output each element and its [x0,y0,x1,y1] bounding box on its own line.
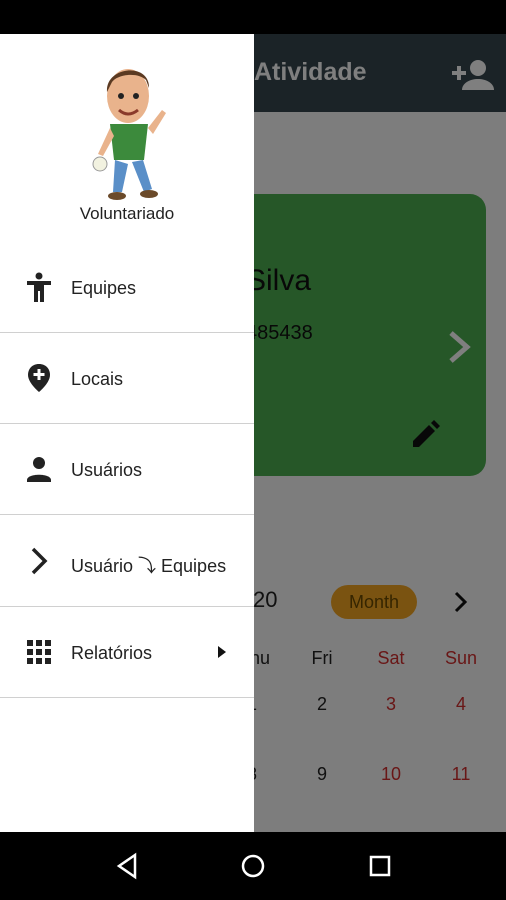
grid-icon [27,640,51,664]
menu-item-relatorios[interactable]: Relatórios [0,607,254,698]
avatar [92,69,166,200]
menu-item-label: Equipes [71,278,137,298]
menu-item-label: Relatórios [71,643,153,663]
add-location-icon [28,364,50,392]
caret-right-icon[interactable] [216,645,228,659]
app-screen: Atividade Silva 485438 20 Month hu Fri S… [0,34,506,832]
menu-item-equipes[interactable]: Equipes [0,242,254,333]
status-bar [0,0,506,34]
menu-item-usuarios[interactable]: Usuários [0,424,254,515]
drawer-header-title: Voluntariado [79,204,175,223]
home-icon[interactable] [237,850,269,882]
system-navigation-bar [0,832,506,900]
navigation-drawer: Voluntariado Equipes Locais Usuários Usu… [0,34,254,832]
person-icon [27,457,51,482]
menu-item-label: Locais [71,369,124,389]
menu-item-label: Usuários [71,460,143,480]
menu-item-locais[interactable]: Locais [0,333,254,424]
chevron-right-icon [31,547,48,575]
menu-item-usuario-equipes[interactable]: Usuário ⤵ Equipes [0,516,254,607]
back-icon[interactable] [111,850,143,882]
recents-icon[interactable] [364,850,396,882]
menu-item-label: Usuário ⤵ Equipes [71,556,227,576]
accessibility-icon [27,272,51,302]
